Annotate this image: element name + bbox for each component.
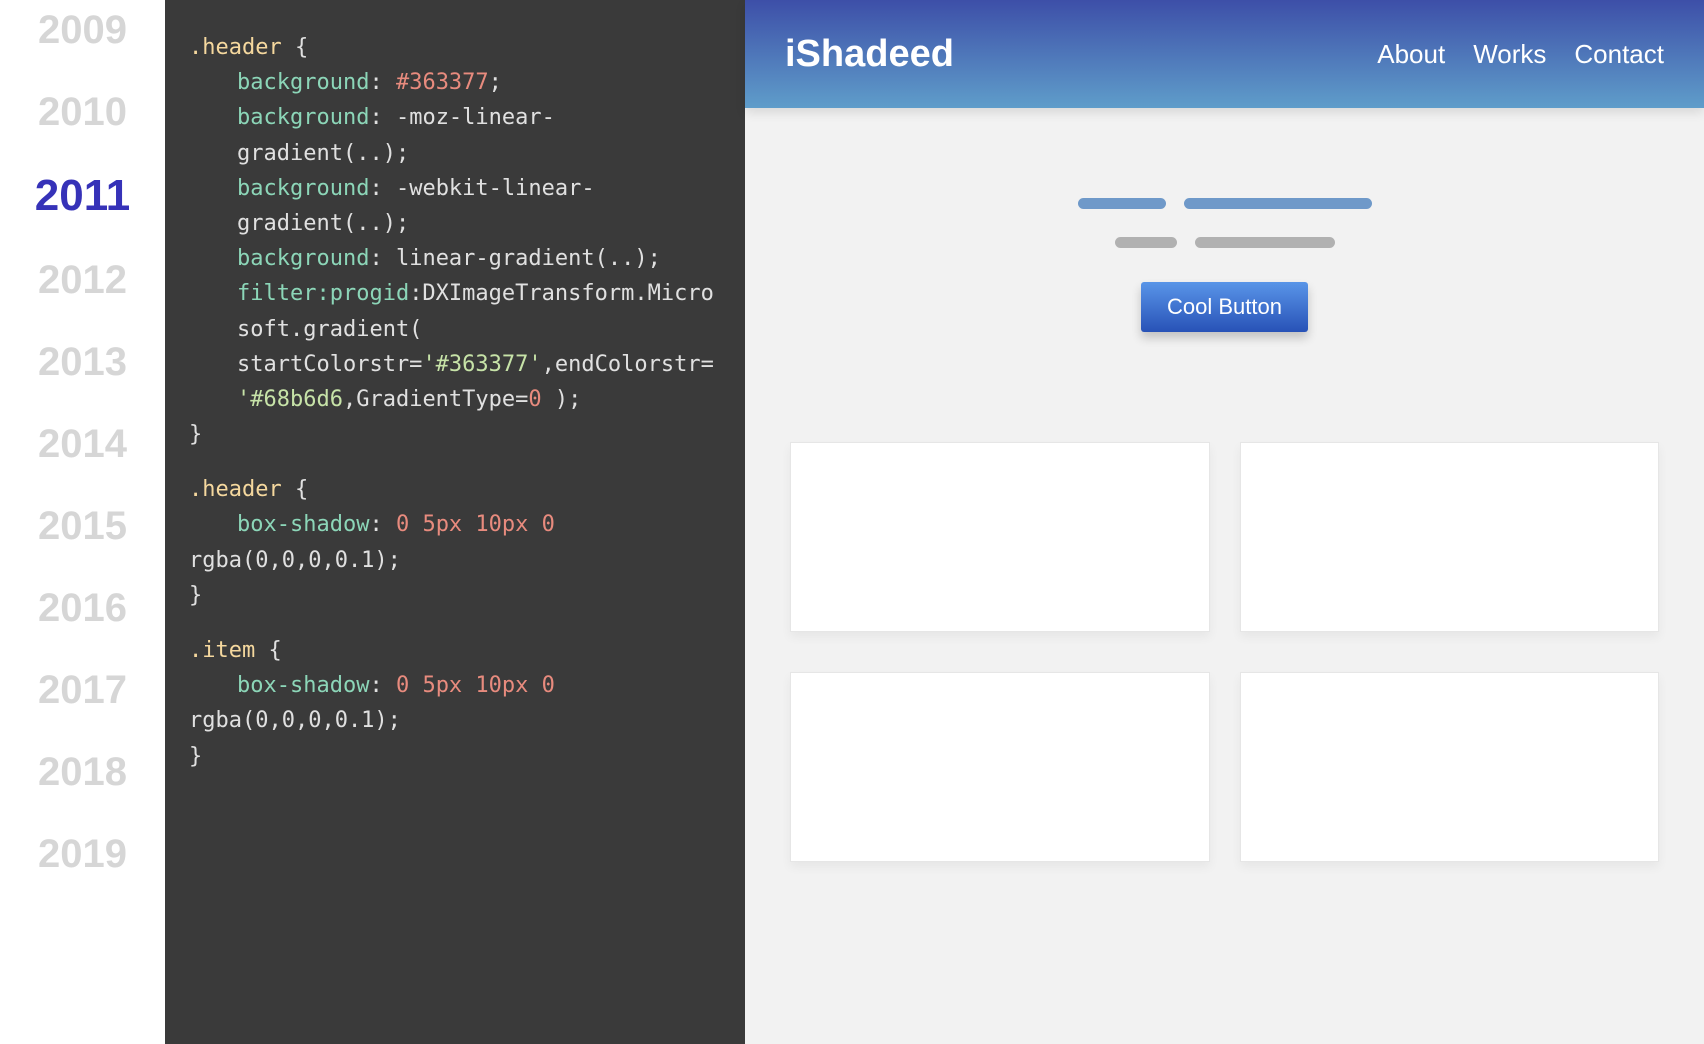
year-2010[interactable]: 2010 bbox=[0, 92, 165, 132]
nav-contact[interactable]: Contact bbox=[1574, 39, 1664, 70]
year-2019[interactable]: 2019 bbox=[0, 834, 165, 874]
year-2013[interactable]: 2013 bbox=[0, 342, 165, 382]
year-2014[interactable]: 2014 bbox=[0, 424, 165, 464]
placeholder-bar bbox=[1115, 237, 1177, 248]
code-block-header-gradient: .header { background: #363377; backgroun… bbox=[189, 30, 721, 452]
placeholder-bar bbox=[1195, 237, 1335, 248]
placeholder-bar bbox=[1078, 198, 1166, 209]
nav: About Works Contact bbox=[1377, 39, 1664, 70]
logo[interactable]: iShadeed bbox=[785, 33, 954, 76]
card-item[interactable] bbox=[790, 672, 1210, 862]
code-panel: .header { background: #363377; backgroun… bbox=[165, 0, 745, 1044]
placeholder-row-2 bbox=[1115, 237, 1335, 248]
selector-item: .item bbox=[189, 638, 255, 663]
code-block-item-shadow: .item { box-shadow: 0 5px 10px 0 rgba(0,… bbox=[189, 633, 721, 774]
cards-grid bbox=[745, 402, 1704, 902]
year-2015[interactable]: 2015 bbox=[0, 506, 165, 546]
placeholder-row-1 bbox=[1078, 198, 1372, 209]
preview-panel: iShadeed About Works Contact Cool Button bbox=[745, 0, 1704, 1044]
year-2017[interactable]: 2017 bbox=[0, 670, 165, 710]
selector-header-2: .header bbox=[189, 477, 282, 502]
hero-section: Cool Button bbox=[745, 108, 1704, 402]
selector-header: .header bbox=[189, 35, 282, 60]
code-block-header-shadow: .header { box-shadow: 0 5px 10px 0 rgba(… bbox=[189, 472, 721, 613]
preview-header: iShadeed About Works Contact bbox=[745, 0, 1704, 108]
nav-about[interactable]: About bbox=[1377, 39, 1445, 70]
card-item[interactable] bbox=[1240, 442, 1660, 632]
year-2012[interactable]: 2012 bbox=[0, 260, 165, 300]
card-item[interactable] bbox=[1240, 672, 1660, 862]
card-item[interactable] bbox=[790, 442, 1210, 632]
placeholder-bar bbox=[1184, 198, 1372, 209]
placeholder-lines bbox=[1078, 198, 1372, 248]
year-2009[interactable]: 2009 bbox=[0, 10, 165, 50]
year-2018[interactable]: 2018 bbox=[0, 752, 165, 792]
year-2016[interactable]: 2016 bbox=[0, 588, 165, 628]
nav-works[interactable]: Works bbox=[1473, 39, 1546, 70]
year-sidebar: 2009 2010 2011 2012 2013 2014 2015 2016 … bbox=[0, 0, 165, 1044]
year-2011[interactable]: 2011 bbox=[0, 174, 165, 218]
cool-button[interactable]: Cool Button bbox=[1141, 282, 1308, 332]
